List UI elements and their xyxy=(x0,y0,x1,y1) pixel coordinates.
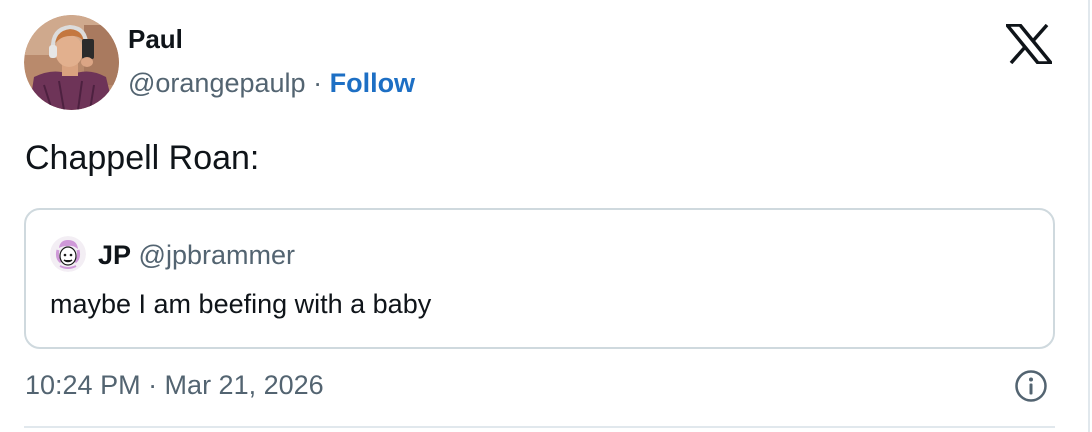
quoted-author: JP @jpbrammer xyxy=(98,240,295,271)
quoted-tweet[interactable]: JP @jpbrammer maybe I am beefing with a … xyxy=(24,208,1055,349)
tweet-timestamp[interactable]: 10:24 PM · Mar 21, 2026 xyxy=(25,370,324,401)
follow-link[interactable]: Follow xyxy=(330,68,415,98)
handle-separator: · xyxy=(313,68,323,98)
info-icon[interactable] xyxy=(1014,369,1048,403)
x-logo-icon[interactable] xyxy=(1003,23,1055,65)
quoted-avatar-image xyxy=(50,236,86,272)
embedded-tweet-card: Paul @orangepaulp · Follow Chappell Roan… xyxy=(0,0,1090,432)
tweet-text: Chappell Roan: xyxy=(25,139,260,177)
author-display-name[interactable]: Paul xyxy=(128,24,183,55)
author-handle-row: @orangepaulp · Follow xyxy=(128,68,415,99)
quoted-tweet-text: maybe I am beefing with a baby xyxy=(50,289,432,319)
author-avatar-image xyxy=(24,15,119,110)
quoted-author-avatar[interactable] xyxy=(50,236,86,272)
author-avatar[interactable] xyxy=(24,15,119,110)
quoted-handle: @jpbrammer xyxy=(138,240,295,270)
quoted-display-name: JP xyxy=(98,240,132,270)
author-handle[interactable]: @orangepaulp xyxy=(128,68,306,98)
footer-divider xyxy=(24,426,1055,428)
